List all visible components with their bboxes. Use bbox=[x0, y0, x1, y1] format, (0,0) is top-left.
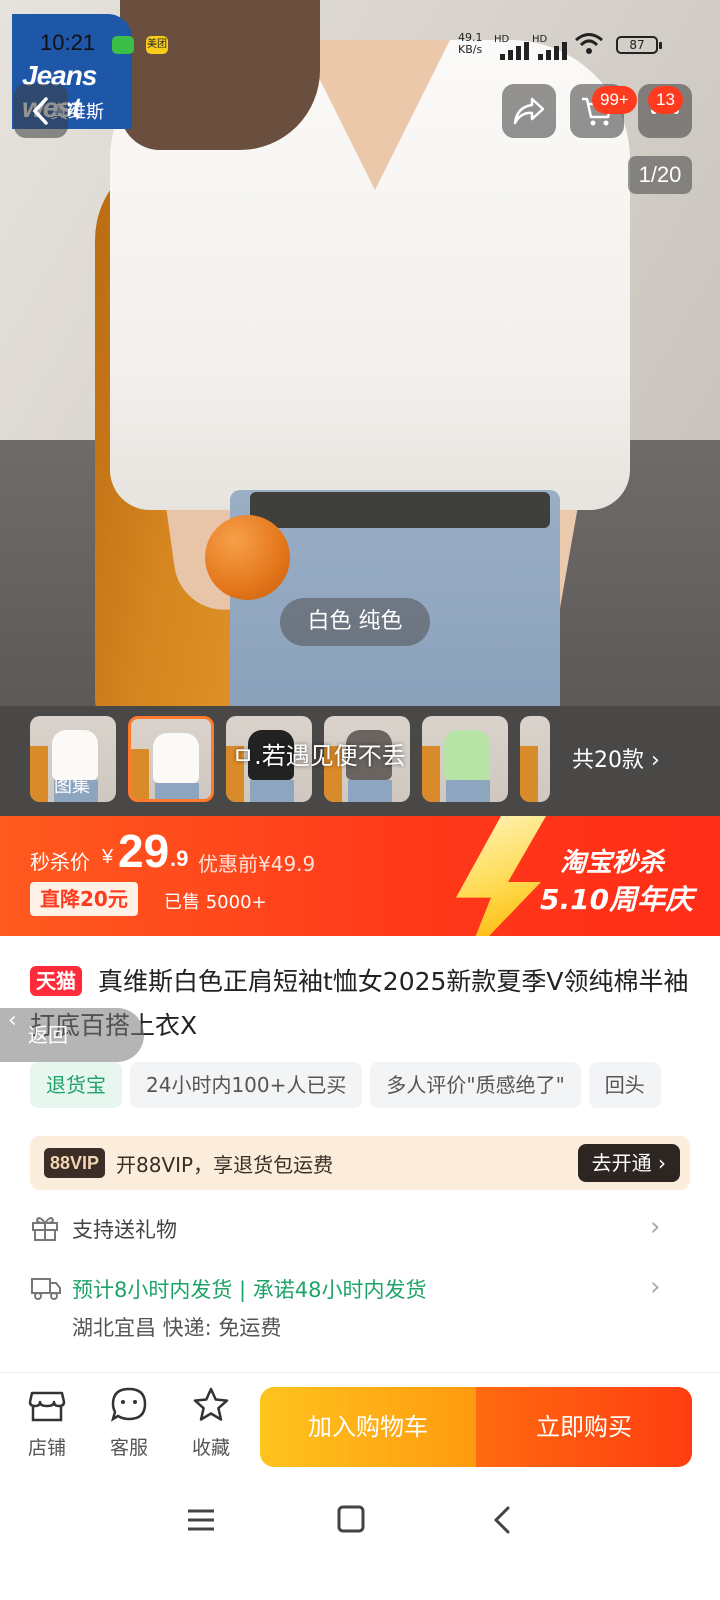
original-price: 优惠前¥49.9 bbox=[198, 852, 316, 876]
menu-icon[interactable] bbox=[186, 1504, 216, 1542]
chat-icon bbox=[94, 1385, 164, 1429]
all-styles-link[interactable]: 共20款 › bbox=[572, 742, 660, 774]
lightning-icon bbox=[456, 816, 546, 936]
shipping-origin: 湖北宜昌 快递: 免运费 bbox=[72, 1316, 282, 1340]
net-speed: 49.1 KB/s bbox=[458, 32, 483, 56]
gift-icon bbox=[30, 1212, 60, 1248]
battery-icon: 87 bbox=[616, 36, 662, 54]
chevron-left-icon: ‹ bbox=[8, 1008, 17, 1033]
truck-icon bbox=[30, 1274, 62, 1308]
chevron-left-icon bbox=[32, 97, 48, 125]
price-decimal: .9 bbox=[170, 846, 189, 871]
gallery-label: 图集 bbox=[54, 776, 90, 797]
event-title: 淘宝秒杀 bbox=[560, 848, 665, 878]
vip-activate-label: 去开通 bbox=[591, 1151, 652, 1175]
meituan-icon: 美团 bbox=[146, 36, 168, 54]
store-label: 店铺 bbox=[27, 1437, 66, 1459]
tag-return-guarantee[interactable]: 退货宝 bbox=[30, 1062, 122, 1108]
chevron-right-icon: › bbox=[651, 748, 660, 773]
all-styles-label: 共20款 bbox=[572, 748, 644, 773]
flash-price-label: 秒杀价 bbox=[30, 850, 90, 874]
vip-text: 开88VIP，享退货包运费 bbox=[116, 1153, 334, 1177]
message-count-badge: 13 bbox=[648, 86, 683, 114]
status-time: 10:21 bbox=[40, 30, 96, 55]
chevron-right-icon: › bbox=[658, 1151, 666, 1175]
vip-activate-button[interactable]: 去开通 › bbox=[577, 1144, 680, 1182]
store-button[interactable]: 店铺 bbox=[12, 1385, 82, 1460]
thumbnail-overlay-text: ㅁ.若遇见便不丢 bbox=[232, 742, 406, 770]
thumbnail-item[interactable] bbox=[520, 716, 550, 802]
wifi-icon bbox=[574, 32, 604, 62]
tag-list: 退货宝 24小时内100+人已买 多人评价"质感绝了" 回头 bbox=[30, 1062, 720, 1110]
shipping-promise[interactable]: 预计8小时内发货 | 承诺48小时内发货 bbox=[72, 1274, 427, 1304]
tag-review[interactable]: 多人评价"质感绝了" bbox=[370, 1062, 581, 1108]
chevron-right-icon[interactable]: › bbox=[650, 1212, 660, 1242]
add-to-cart-button[interactable]: 加入购物车 bbox=[260, 1387, 476, 1467]
price-integer: 29 bbox=[118, 825, 170, 877]
image-counter: 1/20 bbox=[628, 156, 692, 194]
vip-badge: 88VIP bbox=[44, 1148, 106, 1178]
belt bbox=[250, 492, 550, 528]
back-button[interactable] bbox=[14, 84, 68, 138]
net-speed-unit: KB/s bbox=[458, 43, 483, 56]
customer-service-label: 客服 bbox=[109, 1437, 148, 1459]
price-drop-badge: 直降20元 bbox=[30, 882, 138, 916]
flash-sale-banner: 秒杀价 ¥ 29 .9 优惠前¥49.9 直降20元 已售 5000+ 淘宝秒杀… bbox=[0, 816, 720, 936]
signal-icon bbox=[500, 40, 530, 60]
store-icon bbox=[12, 1385, 82, 1429]
floating-back-button[interactable]: ‹ 返回 bbox=[0, 1008, 144, 1062]
cart-count-badge: 99+ bbox=[592, 86, 637, 114]
share-button[interactable] bbox=[502, 84, 556, 138]
thumbnail-item[interactable] bbox=[422, 716, 508, 802]
favorite-label: 收藏 bbox=[191, 1437, 230, 1459]
bottom-action-bar: 店铺 客服 收藏 加入购物车 立即购买 bbox=[0, 1372, 720, 1476]
gift-support[interactable]: 支持送礼物 bbox=[72, 1214, 177, 1244]
event-subtitle: 5.10周年庆 bbox=[540, 883, 694, 916]
thumbnail-item-selected[interactable] bbox=[128, 716, 214, 802]
system-navigation-bar bbox=[0, 1476, 720, 1600]
customer-service-button[interactable]: 客服 bbox=[94, 1385, 164, 1460]
variant-label[interactable]: 白色 纯色 bbox=[280, 598, 430, 646]
status-bar: 10:21 美团 49.1 KB/s HD HD 87 bbox=[0, 0, 720, 80]
tag-recent-buyers[interactable]: 24小时内100+人已买 bbox=[130, 1062, 363, 1108]
signal-icon-2 bbox=[538, 40, 568, 60]
tag-repurchase[interactable]: 回头 bbox=[588, 1062, 661, 1108]
orange-fruit bbox=[205, 515, 290, 600]
buy-now-button[interactable]: 立即购买 bbox=[476, 1387, 692, 1467]
star-icon bbox=[176, 1385, 246, 1429]
sold-count: 已售 5000+ bbox=[164, 892, 267, 913]
share-icon bbox=[513, 97, 545, 125]
home-icon[interactable] bbox=[336, 1504, 366, 1542]
wechat-icon bbox=[112, 36, 134, 54]
floating-back-label: 返回 bbox=[28, 1023, 68, 1047]
chevron-right-icon[interactable]: › bbox=[650, 1272, 660, 1302]
vip-banner[interactable]: 88VIP 开88VIP，享退货包运费 去开通 › bbox=[30, 1136, 690, 1190]
back-nav-icon[interactable] bbox=[490, 1504, 514, 1544]
favorite-button[interactable]: 收藏 bbox=[176, 1385, 246, 1460]
tmall-badge: 天猫 bbox=[30, 966, 82, 996]
currency-symbol: ¥ bbox=[102, 846, 114, 868]
